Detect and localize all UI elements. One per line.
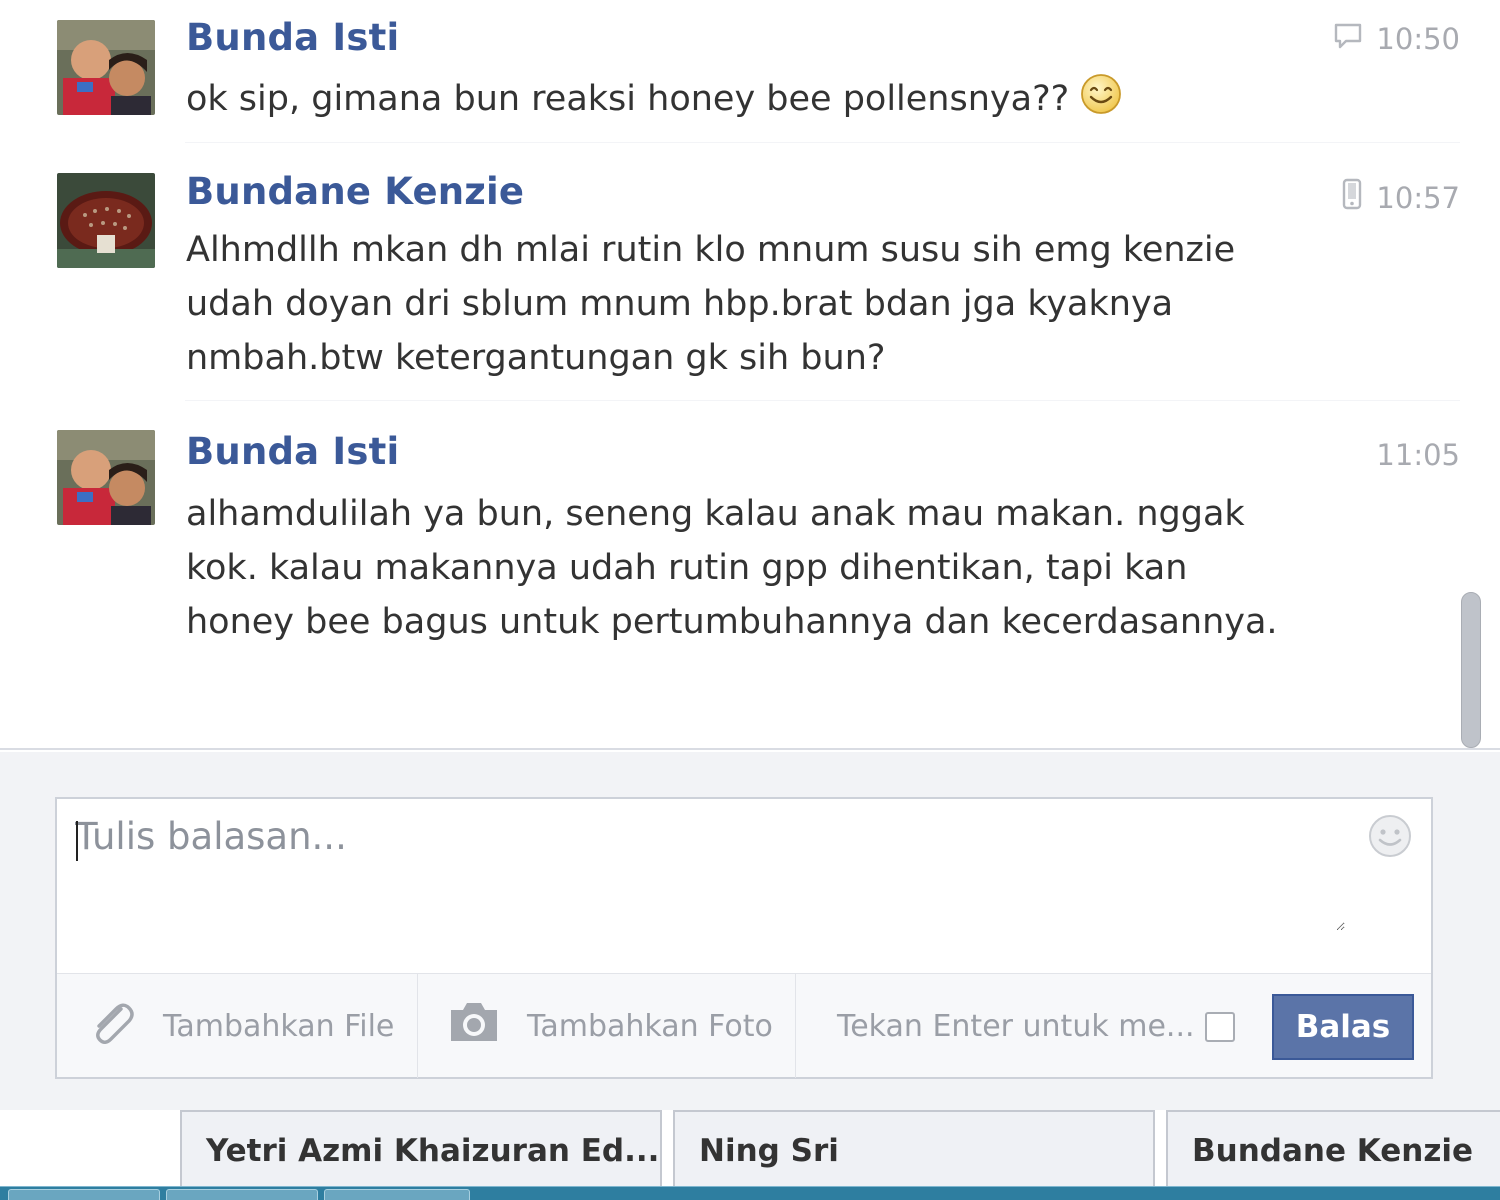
- message-line: Alhmdllh mkan dh mlai rutin klo mnum sus…: [186, 230, 1236, 270]
- divider: [417, 974, 418, 1078]
- message-body: ok sip, gimana bun reaksi honey bee poll…: [186, 72, 1366, 132]
- add-photo-label: Tambahkan Foto: [527, 1008, 773, 1044]
- taskbar-button[interactable]: [166, 1189, 318, 1200]
- message-line: ok sip, gimana bun reaksi honey bee poll…: [186, 79, 1070, 119]
- sender-name[interactable]: Bunda Isti: [186, 16, 399, 59]
- mobile-phone-icon: [1342, 178, 1362, 217]
- message-time: 10:50: [1334, 22, 1460, 56]
- press-enter-checkbox[interactable]: [1205, 1012, 1235, 1042]
- speech-bubble-icon: [1334, 22, 1362, 56]
- composer-toolbar: Tambahkan File Tambahkan Foto Tekan Ente…: [57, 973, 1431, 1078]
- reply-input[interactable]: [75, 811, 1345, 931]
- avatar[interactable]: [57, 173, 155, 268]
- message-body: Alhmdllh mkan dh mlai rutin klo mnum sus…: [186, 223, 1366, 385]
- time-text: 11:05: [1376, 438, 1460, 472]
- scrollbar-thumb[interactable]: [1461, 592, 1481, 748]
- add-photo-button[interactable]: Tambahkan Foto: [447, 974, 797, 1078]
- message-time: 10:57: [1342, 178, 1460, 217]
- emoji-picker-icon[interactable]: [1367, 813, 1413, 859]
- press-enter-label: Tekan Enter untuk me...: [837, 1008, 1195, 1044]
- message-line: alhamdulilah ya bun, seneng kalau anak m…: [186, 494, 1245, 534]
- sender-name[interactable]: Bunda Isti: [186, 430, 399, 473]
- text-caret: [76, 821, 78, 861]
- chat-tab[interactable]: Yetri Azmi Khaizuran Ed...: [180, 1110, 662, 1190]
- message-line: kok. kalau makannya udah rutin gpp dihen…: [186, 548, 1188, 588]
- message-line: nmbah.btw ketergantungan gk sih bun?: [186, 338, 886, 378]
- message-body: alhamdulilah ya bun, seneng kalau anak m…: [186, 487, 1366, 649]
- divider: [185, 400, 1460, 401]
- message-line: honey bee bagus untuk pertumbuhannya dan…: [186, 602, 1278, 642]
- paperclip-icon: [87, 997, 137, 1055]
- time-text: 10:50: [1376, 22, 1460, 56]
- taskbar-button[interactable]: [8, 1189, 160, 1200]
- message-time: 11:05: [1376, 438, 1460, 472]
- message-thread: Bunda Isti 10:50 ok sip, gimana bun reak…: [0, 0, 1500, 750]
- time-text: 10:57: [1376, 180, 1460, 215]
- divider: [795, 974, 796, 1078]
- os-taskbar: [0, 1186, 1500, 1200]
- reply-button[interactable]: Balas: [1272, 994, 1414, 1060]
- avatar[interactable]: [57, 430, 155, 525]
- chat-tab[interactable]: Bundane Kenzie: [1166, 1110, 1500, 1190]
- avatar[interactable]: [57, 20, 155, 115]
- camera-icon: [447, 1000, 501, 1052]
- chat-tab[interactable]: Ning Sri: [673, 1110, 1155, 1190]
- message-line: udah doyan dri sblum mnum hbp.brat bdan …: [186, 284, 1174, 324]
- taskbar-button[interactable]: [324, 1189, 470, 1200]
- add-file-label: Tambahkan File: [163, 1008, 395, 1044]
- reply-composer: Tambahkan File Tambahkan Foto Tekan Ente…: [55, 797, 1433, 1079]
- sender-name[interactable]: Bundane Kenzie: [186, 170, 524, 213]
- smiley-icon: [1079, 72, 1123, 132]
- add-file-button[interactable]: Tambahkan File: [87, 974, 417, 1078]
- divider: [185, 142, 1460, 143]
